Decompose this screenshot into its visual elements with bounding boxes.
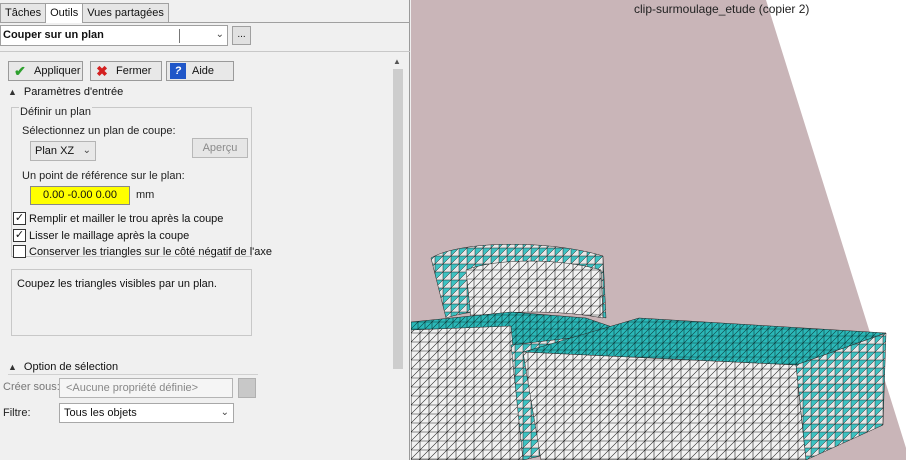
checkbox-fill-mesh-box[interactable]: ✓ [13, 212, 26, 225]
selection-option-header[interactable]: ▲ Option de sélection [8, 361, 258, 375]
tab-taches[interactable]: Tâches [0, 3, 47, 22]
header-divider [0, 51, 410, 52]
plane-select[interactable]: Plan XZ ⌄ [30, 141, 96, 161]
create-under-field[interactable]: <Aucune propriété définie> [59, 378, 233, 398]
preview-button[interactable]: Aperçu [192, 138, 248, 158]
ref-point-input[interactable]: 0.00 -0.00 0.00 [30, 186, 130, 205]
checkbox-smooth-mesh[interactable]: ✓ Lisser le maillage après la coupe [13, 229, 189, 242]
section-underline [8, 374, 258, 375]
selection-option-title: Option de sélection [23, 361, 119, 373]
plane-select-value: Plan XZ [35, 145, 75, 157]
close-button[interactable]: ✖ Fermer [90, 61, 162, 81]
help-button-label: Aide [192, 65, 215, 77]
checkbox-fill-mesh[interactable]: ✓ Remplir et mailler le trou après la co… [13, 212, 223, 225]
panel-scrollbar[interactable]: ▲ [390, 55, 406, 460]
tab-outils[interactable]: Outils [45, 3, 84, 23]
tool-selector[interactable]: Couper sur un plan ⌄ [0, 25, 228, 46]
tool-selector-row: Couper sur un plan ⌄ ... [0, 25, 410, 47]
chevron-down-icon: ⌄ [215, 29, 224, 40]
chevron-down-icon: ⌄ [82, 145, 91, 156]
collapse-caret-icon: ▲ [8, 87, 17, 97]
scroll-up-icon[interactable]: ▲ [393, 57, 401, 66]
checkbox-keep-negative-box[interactable] [13, 245, 26, 258]
panel-tabs: Tâches Outils Vues partagées [0, 3, 169, 23]
tool-panel: Tâches Outils Vues partagées Couper sur … [0, 0, 410, 460]
input-params-header[interactable]: ▲ Paramètres d'entrée [8, 86, 258, 98]
filter-select[interactable]: Tous les objets ⌄ [59, 403, 234, 423]
base-front-face [411, 325, 524, 460]
checkmark-icon: ✔ [14, 62, 26, 79]
apply-button[interactable]: ✔ Appliquer [8, 61, 83, 81]
checkbox-smooth-mesh-label: Lisser le maillage après la coupe [29, 229, 190, 242]
filter-select-value: Tous les objets [64, 407, 137, 419]
select-plane-label: Sélectionnez un plan de coupe: [22, 125, 176, 137]
viewport-scene [411, 0, 906, 460]
tool-content: ✔ Appliquer ✖ Fermer ? Aide ▲ Paramètres… [0, 55, 388, 460]
scrollbar-thumb[interactable] [393, 69, 403, 369]
unit-label: mm [136, 189, 155, 201]
define-plane-title: Définir un plan [19, 106, 92, 118]
checkbox-smooth-mesh-box[interactable]: ✓ [13, 229, 26, 242]
create-under-label: Créer sous: [3, 381, 60, 393]
checkbox-keep-negative[interactable]: Conserver les triangles sur le côté néga… [13, 245, 272, 258]
checkbox-keep-negative-label: Conserver les triangles sur le côté néga… [29, 245, 273, 258]
chevron-down-icon: ⌄ [220, 407, 229, 418]
close-button-label: Fermer [116, 65, 152, 77]
tool-selector-value: Couper sur un plan [3, 29, 104, 41]
create-under-picker[interactable] [238, 378, 256, 398]
collapse-caret-icon: ▲ [8, 362, 17, 372]
apply-button-label: Appliquer [34, 65, 81, 77]
ring-outer-wall [465, 260, 604, 319]
tool-more-button[interactable]: ... [232, 26, 251, 45]
3d-viewport[interactable]: clip-surmoulage_etude (copier 2) [411, 0, 906, 460]
checkbox-fill-mesh-label: Remplir et mailler le trou après la coup… [29, 212, 224, 225]
input-params-title: Paramètres d'entrée [23, 86, 124, 98]
viewport-title: clip-surmoulage_etude (copier 2) [634, 2, 810, 16]
help-button[interactable]: ? Aide [166, 61, 234, 81]
tab-vues-partagees[interactable]: Vues partagées [82, 3, 169, 22]
tool-selector-separator [179, 29, 180, 43]
help-icon: ? [170, 63, 186, 79]
block-front-face [522, 351, 807, 460]
filter-label: Filtre: [3, 407, 31, 419]
description-text: Coupez les triangles visibles par un pla… [17, 278, 217, 290]
description-box: Coupez les triangles visibles par un pla… [11, 269, 252, 336]
close-icon: ✖ [96, 62, 108, 79]
ref-point-label: Un point de référence sur le plan: [22, 170, 185, 182]
